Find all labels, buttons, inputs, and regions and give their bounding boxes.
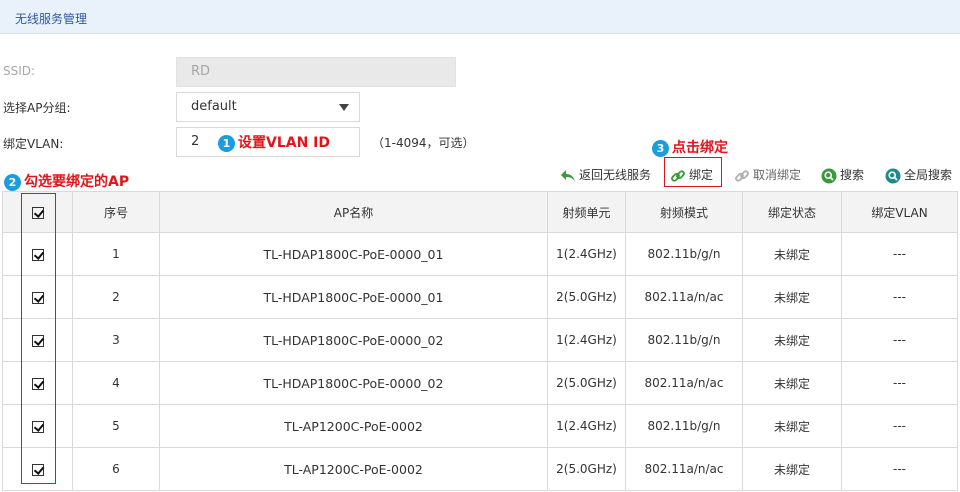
vlan-value: 2: [191, 134, 200, 149]
global-search-icon: [885, 168, 901, 183]
cell-status: 未绑定: [742, 361, 842, 405]
cell-ap-name: TL-HDAP1800C-PoE-0000_01: [159, 232, 548, 276]
col-header-mode: 射频模式: [625, 191, 743, 233]
cell-ap-name: TL-HDAP1800C-PoE-0000_01: [159, 275, 548, 319]
cell-mode: 802.11b/g/n: [625, 318, 743, 362]
link-icon: [671, 169, 685, 182]
row-checkbox[interactable]: [31, 291, 44, 304]
row-checkbox[interactable]: [31, 463, 44, 476]
annotation-text-3: 点击绑定: [672, 140, 728, 156]
row-checkbox[interactable]: [31, 420, 44, 433]
cell-mode: 802.11b/g/n: [625, 404, 743, 448]
annotation-step-3: 3 点击绑定: [652, 137, 728, 157]
cell-mode: 802.11a/n/ac: [625, 275, 743, 319]
row-select-cell[interactable]: [2, 361, 73, 405]
cell-vlan: ---: [841, 232, 958, 276]
ap-group-select[interactable]: default: [176, 92, 360, 122]
unbind-button[interactable]: 取消绑定: [734, 164, 801, 186]
annotation-text-2: 勾选要绑定的AP: [24, 174, 130, 190]
ap-group-label: 选择AP分组:: [3, 101, 71, 115]
page-header: 无线服务管理: [0, 0, 960, 34]
step-badge-3: 3: [652, 139, 669, 157]
page-title: 无线服务管理: [15, 12, 88, 26]
cell-status: 未绑定: [742, 404, 842, 448]
cell-index: 5: [72, 404, 160, 448]
ap-table: 序号 AP名称 射频单元 射频模式 绑定状态 绑定VLAN 1 TL-HDAP1…: [2, 191, 958, 491]
back-button[interactable]: 返回无线服务: [560, 164, 651, 186]
cell-vlan: ---: [841, 275, 958, 319]
cell-vlan: ---: [841, 318, 958, 362]
cell-vlan: ---: [841, 404, 958, 448]
cell-radio: 2(5.0GHz): [547, 275, 626, 319]
annotation-step-1: 1 设置VLAN ID: [218, 132, 330, 152]
cell-index: 6: [72, 447, 160, 491]
select-all-checkbox[interactable]: [31, 206, 44, 219]
row-checkbox[interactable]: [31, 377, 44, 390]
chevron-down-icon: [339, 104, 349, 111]
cell-status: 未绑定: [742, 318, 842, 362]
back-label: 返回无线服务: [579, 168, 652, 182]
table-row[interactable]: 5 TL-AP1200C-PoE-0002 1(2.4GHz) 802.11b/…: [2, 404, 958, 448]
cell-mode: 802.11a/n/ac: [625, 447, 743, 491]
global-search-label: 全局搜索: [904, 168, 953, 182]
table-row[interactable]: 1 TL-HDAP1800C-PoE-0000_01 1(2.4GHz) 802…: [2, 232, 958, 276]
cell-radio: 1(2.4GHz): [547, 404, 626, 448]
search-label: 搜索: [840, 168, 865, 182]
cell-ap-name: TL-AP1200C-PoE-0002: [159, 447, 548, 491]
row-select-cell[interactable]: [2, 318, 73, 362]
table-row[interactable]: 4 TL-HDAP1800C-PoE-0000_02 2(5.0GHz) 802…: [2, 361, 958, 405]
annotation-text-1: 设置VLAN ID: [238, 135, 331, 151]
row-select-cell[interactable]: [2, 275, 73, 319]
cell-index: 4: [72, 361, 160, 405]
cell-vlan: ---: [841, 361, 958, 405]
annotation-step-2: 2 勾选要绑定的AP: [4, 171, 129, 191]
cell-mode: 802.11b/g/n: [625, 232, 743, 276]
table-row[interactable]: 3 TL-HDAP1800C-PoE-0000_02 1(2.4GHz) 802…: [2, 318, 958, 362]
table-row[interactable]: 2 TL-HDAP1800C-PoE-0000_01 2(5.0GHz) 802…: [2, 275, 958, 319]
table-header-row: 序号 AP名称 射频单元 射频模式 绑定状态 绑定VLAN: [2, 191, 958, 233]
cell-radio: 2(5.0GHz): [547, 361, 626, 405]
bind-label: 绑定: [689, 168, 714, 182]
global-search-button[interactable]: 全局搜索: [885, 164, 952, 186]
cell-status: 未绑定: [742, 447, 842, 491]
cell-index: 2: [72, 275, 160, 319]
unbind-label: 取消绑定: [753, 168, 802, 182]
cell-radio: 1(2.4GHz): [547, 318, 626, 362]
row-select-cell[interactable]: [2, 404, 73, 448]
search-icon: [821, 168, 837, 183]
cell-status: 未绑定: [742, 232, 842, 276]
step-badge-2: 2: [4, 173, 21, 191]
vlan-label: 绑定VLAN:: [3, 137, 64, 151]
cell-radio: 2(5.0GHz): [547, 447, 626, 491]
back-arrow-icon: [561, 169, 575, 182]
cell-mode: 802.11a/n/ac: [625, 361, 743, 405]
col-header-ap-name: AP名称: [159, 191, 548, 233]
vlan-hint: （1-4094，可选）: [372, 136, 475, 150]
col-header-index: 序号: [72, 191, 160, 233]
ssid-label: SSID:: [3, 64, 36, 78]
cell-ap-name: TL-AP1200C-PoE-0002: [159, 404, 548, 448]
col-header-status: 绑定状态: [742, 191, 842, 233]
table-row[interactable]: 6 TL-AP1200C-PoE-0002 2(5.0GHz) 802.11a/…: [2, 447, 958, 491]
unlink-icon: [735, 169, 749, 182]
cell-index: 1: [72, 232, 160, 276]
row-select-cell[interactable]: [2, 447, 73, 491]
ssid-field: RD: [176, 57, 456, 87]
ap-group-selected: default: [191, 99, 237, 114]
search-button[interactable]: 搜索: [821, 164, 864, 186]
row-checkbox[interactable]: [31, 248, 44, 261]
cell-ap-name: TL-HDAP1800C-PoE-0000_02: [159, 318, 548, 362]
col-header-radio: 射频单元: [547, 191, 626, 233]
cell-vlan: ---: [841, 447, 958, 491]
select-all-cell[interactable]: [2, 191, 73, 233]
cell-status: 未绑定: [742, 275, 842, 319]
cell-ap-name: TL-HDAP1800C-PoE-0000_02: [159, 361, 548, 405]
col-header-vlan: 绑定VLAN: [841, 191, 958, 233]
step-badge-1: 1: [218, 134, 235, 152]
cell-radio: 1(2.4GHz): [547, 232, 626, 276]
row-checkbox[interactable]: [31, 334, 44, 347]
row-select-cell[interactable]: [2, 232, 73, 276]
bind-button[interactable]: 绑定: [670, 164, 713, 186]
cell-index: 3: [72, 318, 160, 362]
